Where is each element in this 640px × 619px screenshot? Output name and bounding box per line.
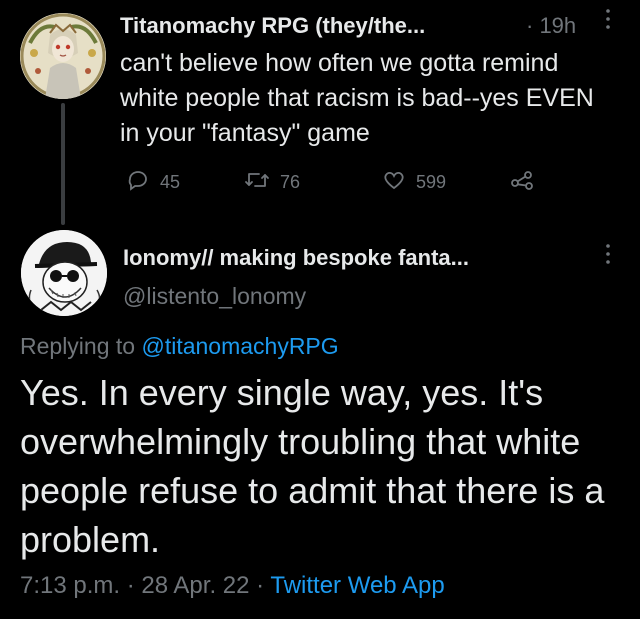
- source-app-link[interactable]: Twitter Web App: [270, 572, 444, 599]
- thread-connector-line: [61, 103, 65, 225]
- more-options-icon[interactable]: [604, 8, 612, 30]
- user-handle[interactable]: @listento_lonomy: [123, 283, 306, 310]
- reply-count: 45: [160, 171, 181, 192]
- share-button[interactable]: [509, 167, 535, 197]
- tweet-metadata: 7:13 p.m. · 28 Apr. 22 · Twitter Web App: [20, 572, 445, 600]
- timestamp[interactable]: · 19h: [526, 13, 576, 39]
- tweet-text: can't believe how often we gotta remind …: [120, 49, 594, 147]
- speech-bubble-icon: [126, 168, 150, 197]
- retweet-count: 76: [280, 171, 301, 192]
- display-name[interactable]: Titanomachy RPG (they/the...: [120, 13, 425, 39]
- like-count: 599: [416, 171, 447, 192]
- heart-icon: [382, 168, 406, 197]
- retweet-arrows-icon: [244, 168, 270, 197]
- replying-to: Replying to @titanomachyRPG: [20, 333, 339, 360]
- tweet-text: Yes. In every single way, yes. It's over…: [20, 372, 605, 560]
- tweet-datetime[interactable]: 7:13 p.m. · 28 Apr. 22 ·: [20, 572, 270, 599]
- display-name[interactable]: Ionomy// making bespoke fanta...: [123, 245, 469, 271]
- avatar-titanomachy[interactable]: [20, 13, 106, 99]
- share-icon: [509, 168, 535, 197]
- reply-button[interactable]: 45: [126, 167, 180, 197]
- replying-to-prefix: Replying to: [20, 333, 142, 359]
- avatar-ionomy[interactable]: [21, 230, 107, 316]
- retweet-button[interactable]: 76: [244, 167, 300, 197]
- like-button[interactable]: 599: [382, 167, 446, 197]
- more-options-icon[interactable]: [604, 243, 612, 265]
- mention-link[interactable]: @titanomachyRPG: [141, 333, 338, 359]
